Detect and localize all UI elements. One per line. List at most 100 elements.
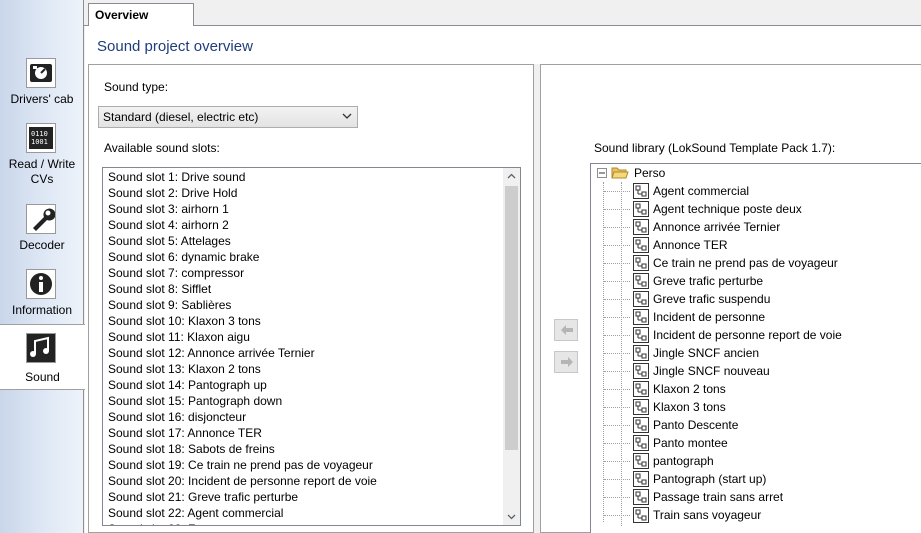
tree-item-label: Annonce arrivée Ternier [653,220,781,234]
information-icon [26,269,56,299]
tree-item-label: Passage train sans arret [653,490,784,504]
list-item[interactable]: Sound slot 23: F [103,521,503,525]
chevron-down-icon [507,514,516,520]
list-item[interactable]: Sound slot 19: Ce train ne prend pas de … [103,457,503,473]
list-item[interactable]: Sound slot 21: Greve trafic perturbe [103,489,503,505]
sound-file-icon [633,219,649,235]
tree-item-label: Greve trafic suspendu [653,292,771,306]
nav-label: Information [11,303,73,317]
list-item[interactable]: Sound slot 13: Klaxon 2 tons [103,361,503,377]
navigation-rail: Drivers' cab 0110 1001 Read / Write CVs D… [0,0,85,533]
list-item[interactable]: Sound slot 16: disjoncteur [103,409,503,425]
nav-label: Decoder [19,238,65,252]
tree-connector [604,191,630,192]
sound-file-icon [633,255,649,271]
sound-file-icon [633,489,649,505]
tree-connector [604,407,630,408]
tree-item-label: Pantograph (start up) [653,472,767,486]
svg-text:0110: 0110 [31,130,48,138]
sound-type-dropdown[interactable]: Standard (diesel, electric etc) [98,106,358,128]
list-item[interactable]: Sound slot 4: airhorn 2 [103,217,503,233]
list-item[interactable]: Sound slot 20: Incident de personne repo… [103,473,503,489]
tree-connector [604,371,630,372]
list-item[interactable]: Sound slot 3: airhorn 1 [103,201,503,217]
tree-item-label: Jingle SNCF nouveau [653,364,770,378]
move-right-button[interactable] [554,351,578,373]
nav-label: Drivers' cab [10,92,74,106]
list-item[interactable]: Sound slot 22: Agent commercial [103,505,503,521]
tree-connector [604,209,630,210]
tree-connector [604,479,630,480]
page-title: Sound project overview [97,38,253,55]
tree-connector [604,425,630,426]
sound-file-icon [633,273,649,289]
folder-open-icon [611,167,629,179]
nav-item-sound[interactable]: Sound [0,324,85,390]
sound-file-icon [633,399,649,415]
sound-type-label: Sound type: [104,80,169,94]
tree-connector [604,281,630,282]
tree-connector [604,443,630,444]
tree-connector [604,227,630,228]
sound-file-icon [633,381,649,397]
nav-item-decoder[interactable]: Decoder [0,198,84,263]
tab-overview[interactable]: Overview [88,3,194,27]
tree-item-label: Train sans voyageur [653,508,762,522]
sound-library-tree[interactable]: Perso Agent commercial Agent technique po… [590,163,921,533]
tree-connector [604,317,630,318]
collapse-icon[interactable] [597,168,607,178]
tree-item-label: Annonce TER [653,238,728,252]
read-write-cvs-icon: 0110 1001 [26,123,56,153]
content-area: Sound project overview Sound type: Stand… [85,26,921,533]
scroll-thumb[interactable] [505,186,518,450]
nav-item-information[interactable]: Information [0,263,84,328]
list-item[interactable]: Sound slot 7: compressor [103,265,503,281]
list-item[interactable]: Sound slot 14: Pantograph up [103,377,503,393]
sound-file-icon [633,345,649,361]
sound-file-icon [633,435,649,451]
tree-connector [604,353,630,354]
tree-connector [604,299,630,300]
drivers-cab-icon [26,58,56,88]
move-left-button[interactable] [554,319,578,341]
chevron-up-icon [507,173,516,179]
tree-connector [621,182,622,526]
tree-item-label: Agent technique poste deux [653,202,802,216]
scroll-down-button[interactable] [503,508,520,525]
list-item[interactable]: Sound slot 2: Drive Hold [103,185,503,201]
nav-item-drivers-cab[interactable]: Drivers' cab [0,52,84,117]
tree-item-label: Jingle SNCF ancien [653,346,760,360]
tree-item-label: Panto montee [653,436,728,450]
tree-item-label: Incident de personne report de voie [653,328,842,342]
slot-list-scrollbar[interactable] [503,168,520,525]
tree-item-label: Incident de personne [653,310,766,324]
list-item[interactable]: Sound slot 9: Sablières [103,297,503,313]
nav-label: Read / Write CVs [8,157,76,186]
sound-file-icon [633,453,649,469]
slot-list-items: Sound slot 1: Drive sound Sound slot 2: D… [103,169,503,525]
sound-slots-panel: Sound type: Standard (diesel, electric e… [88,64,534,533]
tree-connector [604,461,630,462]
list-item[interactable]: Sound slot 6: dynamic brake [103,249,503,265]
sound-library-label: Sound library (LokSound Template Pack 1.… [594,141,836,155]
list-item[interactable]: Sound slot 1: Drive sound [103,169,503,185]
chevron-down-icon [342,113,352,119]
list-item[interactable]: Sound slot 11: Klaxon aigu [103,329,503,345]
sound-file-icon [633,201,649,217]
scroll-up-button[interactable] [503,168,520,185]
list-item[interactable]: Sound slot 12: Annonce arrivée Ternier [103,345,503,361]
list-item[interactable]: Sound slot 15: Pantograph down [103,393,503,409]
list-item[interactable]: Sound slot 8: Sifflet [103,281,503,297]
tree-item-label: Klaxon 2 tons [653,382,726,396]
sound-notes-icon [26,333,56,363]
tree-connector [604,515,630,516]
tree-item-label: Greve trafic perturbe [653,274,764,288]
sound-slot-list[interactable]: Sound slot 1: Drive sound Sound slot 2: D… [102,167,521,526]
decoder-wrench-icon [26,204,56,234]
list-item[interactable]: Sound slot 5: Attelages [103,233,503,249]
tree-item-label: Klaxon 3 tons [653,400,726,414]
nav-item-read-write-cvs[interactable]: 0110 1001 Read / Write CVs [0,117,84,186]
list-item[interactable]: Sound slot 17: Annonce TER [103,425,503,441]
list-item[interactable]: Sound slot 18: Sabots de freins [103,441,503,457]
list-item[interactable]: Sound slot 10: Klaxon 3 tons [103,313,503,329]
